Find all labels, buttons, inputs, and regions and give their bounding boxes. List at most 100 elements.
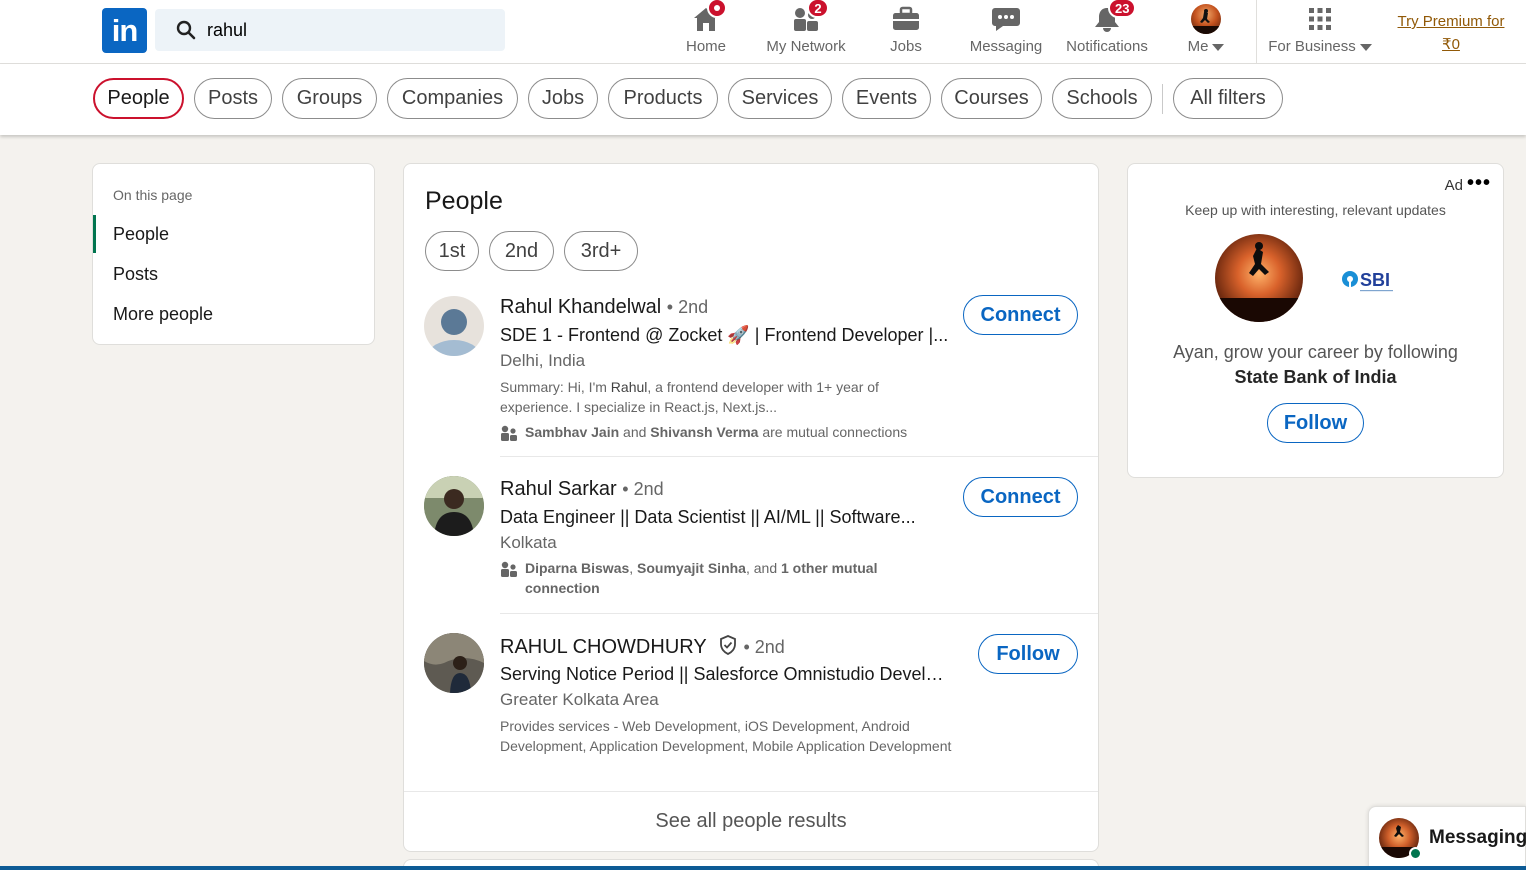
top-navigation-bar: in Home 2 My Network Jobs Messaging 2 <box>0 0 1526 64</box>
nav-my-network-label: My Network <box>766 38 846 55</box>
nav-me[interactable]: Me <box>1178 0 1234 63</box>
ad-company-name: State Bank of India <box>1234 367 1397 387</box>
mutual-connections-icon <box>501 425 517 441</box>
mutual-connections-icon <box>501 561 517 577</box>
degree-filter-3rd[interactable]: 3rd+ <box>564 231 638 271</box>
search-icon <box>176 20 196 40</box>
person-services: Provides services - Web Development, iOS… <box>500 718 952 754</box>
avatar[interactable] <box>424 476 484 536</box>
on-this-page-posts[interactable]: Posts <box>93 255 376 293</box>
sbi-logo: SBI <box>1341 268 1397 294</box>
avatar[interactable] <box>424 296 484 356</box>
filter-companies[interactable]: Companies <box>387 78 518 119</box>
search-box[interactable] <box>155 9 505 51</box>
mutual-connections: Diparna Biswas, Soumyajit Sinha, and 1 o… <box>500 558 900 598</box>
ad-follow-button[interactable]: Follow <box>1267 403 1364 443</box>
mutual-name[interactable]: Soumyajit Sinha <box>637 560 746 576</box>
see-all-people-results-button[interactable]: See all people results <box>404 791 1098 851</box>
bottom-edge-strip <box>0 866 1526 870</box>
person-name-text: RAHUL CHOWDHURY <box>500 636 707 658</box>
filter-jobs[interactable]: Jobs <box>528 78 598 119</box>
degree-filter-1st[interactable]: 1st <box>425 231 479 271</box>
mutual-name[interactable]: Sambhav Jain <box>525 424 619 440</box>
filter-people[interactable]: People <box>93 78 184 119</box>
connect-button[interactable]: Connect <box>963 477 1078 517</box>
person-location: Greater Kolkata Area <box>500 690 659 709</box>
person-name-text: Rahul Khandelwal <box>500 296 662 318</box>
person-summary: Summary: Hi, I'm Rahul, a frontend devel… <box>500 377 955 417</box>
nav-messaging-label: Messaging <box>969 38 1043 55</box>
nav-divider <box>1256 0 1257 63</box>
verified-icon <box>719 635 736 655</box>
people-section-title: People <box>425 187 503 215</box>
chevron-down-icon <box>1212 43 1225 51</box>
list-item: Rahul Khandelwal • 2nd SDE 1 - Frontend … <box>404 294 1098 456</box>
sbi-logo-text: SBI <box>1360 270 1390 290</box>
nav-notifications-label: Notifications <box>1066 38 1148 55</box>
on-this-page-title: On this page <box>113 187 193 203</box>
messaging-dock[interactable]: Messaging <box>1368 806 1526 870</box>
filter-products[interactable]: Products <box>608 78 718 119</box>
messaging-icon <box>992 8 1020 31</box>
person-headline: SDE 1 - Frontend @ Zocket 🚀 | Frontend D… <box>500 325 949 345</box>
summary-match: Rahul <box>610 379 648 395</box>
connection-degree: • 2nd <box>743 637 785 657</box>
nav-me-label: Me <box>1187 38 1209 55</box>
filter-divider <box>1162 84 1163 114</box>
on-this-page-more-people[interactable]: More people <box>93 295 376 333</box>
mutual-name[interactable]: Shivansh Verma <box>650 424 758 440</box>
person-name[interactable]: Rahul Sarkar • 2nd <box>500 478 664 501</box>
filter-groups[interactable]: Groups <box>282 78 377 119</box>
on-this-page-card: On this page People Posts More people <box>92 163 375 345</box>
connection-degree: • 2nd <box>666 297 709 317</box>
row-divider <box>500 456 1098 457</box>
ad-user-avatar <box>1215 234 1303 322</box>
mutual-name[interactable]: Diparna Biswas <box>525 560 629 576</box>
mutual-separator: , <box>629 560 638 576</box>
grid-icon <box>1309 8 1331 30</box>
filter-posts[interactable]: Posts <box>194 78 272 119</box>
premium-line-1: Try Premium for <box>1397 13 1505 30</box>
my-network-badge: 2 <box>807 0 829 18</box>
briefcase-icon <box>893 6 919 30</box>
ad-message-prefix: Ayan, grow your career by following <box>1173 342 1458 362</box>
person-name-text: Rahul Sarkar <box>500 478 617 500</box>
nav-messaging[interactable]: Messaging <box>966 0 1046 63</box>
degree-filter-2nd[interactable]: 2nd <box>489 231 554 271</box>
person-headline: Data Engineer || Data Scientist || AI/ML… <box>500 507 916 527</box>
search-filter-bar: People Posts Groups Companies Jobs Produ… <box>0 64 1526 135</box>
nav-my-network[interactable]: 2 My Network <box>760 0 852 63</box>
nav-jobs-label: Jobs <box>890 38 922 55</box>
follow-button[interactable]: Follow <box>978 634 1078 674</box>
search-input[interactable] <box>207 19 487 41</box>
filter-all-filters[interactable]: All filters <box>1173 78 1283 119</box>
home-notification-dot <box>707 0 727 18</box>
ad-message: Ayan, grow your career by following Stat… <box>1148 340 1483 390</box>
mutual-tail: are mutual connections <box>758 424 908 440</box>
more-options-icon[interactable]: ••• <box>1467 172 1491 195</box>
filter-courses[interactable]: Courses <box>941 78 1042 119</box>
filter-events[interactable]: Events <box>842 78 931 119</box>
nav-for-business-label: For Business <box>1268 38 1356 55</box>
person-name[interactable]: Rahul Khandelwal • 2nd <box>500 296 708 319</box>
nav-jobs[interactable]: Jobs <box>880 0 932 63</box>
try-premium-link[interactable]: Try Premium for ₹0 <box>1390 10 1512 56</box>
person-location: Kolkata <box>500 533 557 552</box>
nav-for-business[interactable]: For Business <box>1268 0 1372 63</box>
ad-label: Ad <box>1444 177 1463 194</box>
connect-button[interactable]: Connect <box>963 295 1078 335</box>
avatar[interactable] <box>424 633 484 693</box>
linkedin-logo[interactable]: in <box>102 8 147 53</box>
person-location: Delhi, India <box>500 351 586 370</box>
row-divider <box>500 613 1098 614</box>
person-name[interactable]: RAHUL CHOWDHURY • 2nd <box>500 635 785 659</box>
nav-home[interactable]: Home <box>682 0 730 63</box>
filter-services[interactable]: Services <box>728 78 832 119</box>
on-this-page-people[interactable]: People <box>93 215 376 253</box>
premium-line-2: ₹0 <box>1442 36 1460 53</box>
messaging-label: Messaging <box>1429 827 1526 848</box>
filter-schools[interactable]: Schools <box>1052 78 1152 119</box>
mutual-connections: Sambhav Jain and Shivansh Verma are mutu… <box>500 422 920 442</box>
nav-notifications[interactable]: 23 Notifications <box>1062 0 1152 63</box>
chevron-down-icon <box>1359 43 1372 51</box>
